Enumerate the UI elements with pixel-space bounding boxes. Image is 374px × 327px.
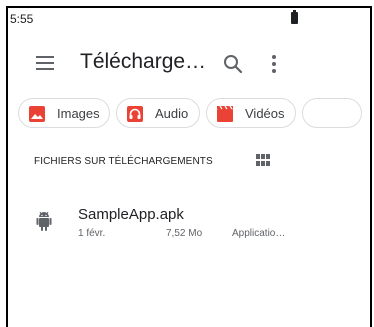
audio-icon xyxy=(127,106,143,122)
chip-label: Audio xyxy=(155,106,189,121)
menu-icon[interactable] xyxy=(36,56,54,70)
page-title: Télécharge… xyxy=(80,50,207,73)
grid-view-icon[interactable] xyxy=(256,154,270,166)
search-icon[interactable] xyxy=(222,53,244,75)
image-icon xyxy=(29,106,45,122)
chip-more[interactable] xyxy=(302,98,362,128)
file-row[interactable]: SampleApp.apk 1 févr. 7,52 Mo Applicatio… xyxy=(8,204,370,248)
status-time: 5:55 xyxy=(10,12,34,26)
chip-audio[interactable]: Audio xyxy=(116,98,200,128)
video-icon xyxy=(217,106,233,122)
file-name: SampleApp.apk xyxy=(78,206,184,223)
chip-label: Images xyxy=(57,106,100,121)
status-bar: 5:55 xyxy=(8,8,370,32)
app-screen: 5:55 Télécharge… Images Audio Vidéos FIC… xyxy=(6,6,372,327)
file-type: Applicatio… xyxy=(232,228,286,239)
chip-label: Vidéos xyxy=(245,106,285,121)
app-bar: Télécharge… xyxy=(8,32,370,88)
file-size: 7,52 Mo xyxy=(166,228,203,239)
file-date: 1 févr. xyxy=(78,228,106,239)
more-options-icon[interactable] xyxy=(269,53,279,75)
battery-icon xyxy=(291,10,298,24)
filter-chips: Images Audio Vidéos xyxy=(18,98,370,130)
chip-images[interactable]: Images xyxy=(18,98,110,128)
android-icon xyxy=(36,211,52,231)
chip-videos[interactable]: Vidéos xyxy=(206,98,296,128)
section-header: FICHIERS SUR TÉLÉCHARGEMENTS xyxy=(34,156,213,167)
